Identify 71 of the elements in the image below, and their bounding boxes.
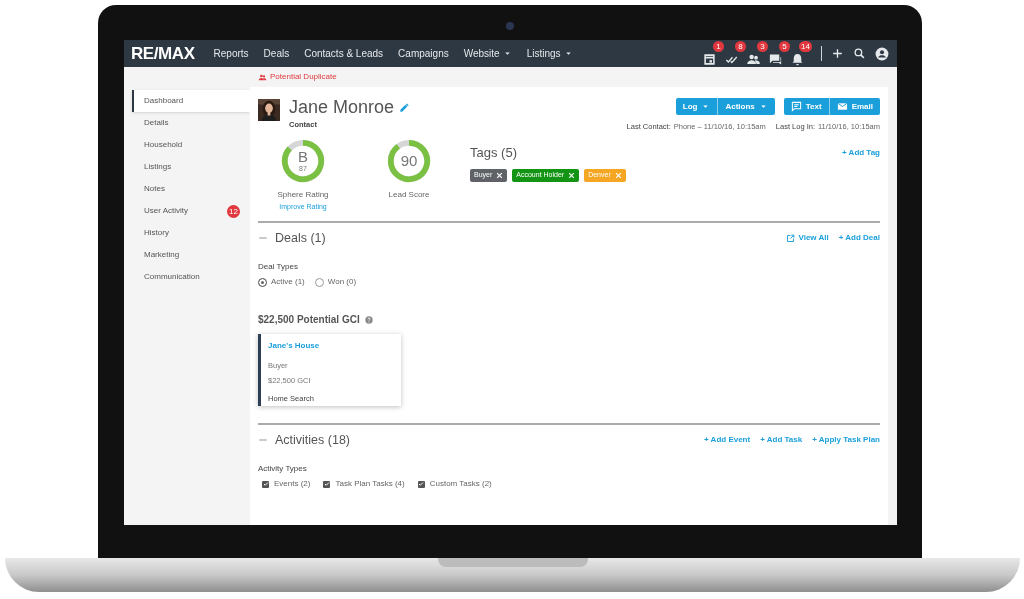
chat-button[interactable]: 5 [768, 40, 790, 67]
field-label: Activity Types [258, 463, 308, 475]
contact-name: Jane Monroe [289, 96, 395, 118]
radio-button[interactable] [314, 277, 324, 287]
nav-link[interactable]: Contacts & Leads [304, 46, 384, 61]
duplicate-label: Potential Duplicate [270, 71, 337, 83]
check-icon [262, 481, 269, 487]
score-ring [280, 138, 326, 184]
logo: RE/MAX [131, 42, 195, 65]
sidebar-item[interactable]: Dashboard [132, 90, 250, 112]
account-icon [875, 46, 889, 61]
nav-link[interactable]: Campaigns [398, 46, 449, 61]
sidebar-item[interactable]: Listings [132, 156, 250, 178]
count-badge: 12 [227, 204, 240, 218]
search-icon [853, 47, 866, 60]
checkbox[interactable] [323, 480, 331, 488]
sidebar-item[interactable]: User Activity 12 [132, 200, 250, 222]
checkbox-option[interactable]: Custom Tasks (2) [417, 478, 492, 490]
score-label: Sphere Rating [277, 189, 329, 201]
caret-icon [701, 102, 711, 111]
bell-button[interactable]: 14 [790, 40, 812, 67]
potential-gci: $22,500 Potential GCI [258, 313, 360, 327]
people-button[interactable]: 3 [746, 40, 768, 67]
sidebar-item[interactable]: History [132, 222, 250, 244]
field-label: Deal Types [258, 261, 299, 273]
rating-grade: B [298, 149, 308, 164]
score-ring [386, 138, 432, 184]
score-label: Lead Score [388, 189, 430, 201]
sidebar-item[interactable]: Details [132, 112, 250, 134]
radio-button[interactable] [258, 277, 267, 287]
remove-icon [614, 171, 622, 179]
checkbox-option[interactable]: Events (2) [262, 478, 311, 490]
check-icon [323, 481, 330, 487]
check-icon [418, 481, 425, 487]
checks-button[interactable]: 8 [724, 40, 746, 67]
tags-title: Tags (5) [470, 144, 517, 162]
notification-badge: 1 [713, 40, 724, 52]
people-icon [258, 72, 267, 82]
sidebar-item[interactable]: Marketing [132, 244, 250, 266]
sidebar-item[interactable]: Communication [132, 266, 250, 288]
mail-icon [836, 101, 848, 112]
notification-badge: 14 [799, 40, 812, 52]
section-title: Activities (18) [275, 431, 351, 449]
radio-option[interactable]: Won (0) [314, 276, 357, 288]
nav-link[interactable]: Listings [526, 46, 573, 61]
plus-icon [831, 47, 844, 60]
sidebar-item[interactable]: Household [132, 134, 250, 156]
nav-link[interactable]: Reports [213, 46, 249, 61]
calendar-icon [702, 51, 717, 67]
bell-icon [790, 51, 805, 67]
radio-option[interactable]: Active (1) [258, 276, 305, 288]
sidebar-item[interactable]: Notes [132, 178, 250, 200]
caret-icon [758, 102, 768, 111]
help-icon [364, 315, 373, 324]
section-title: Deals (1) [275, 229, 326, 247]
pencil-icon [399, 101, 411, 113]
remove-icon [496, 171, 504, 179]
nav-link[interactable]: Deals [263, 46, 290, 61]
remove-icon [568, 171, 576, 179]
camera-icon [506, 22, 514, 30]
chat-icon [790, 101, 802, 112]
nav-link[interactable]: Website [463, 46, 512, 61]
calendar-button[interactable]: 1 [702, 40, 724, 67]
checkbox[interactable] [417, 480, 425, 488]
notification-badge: 5 [779, 40, 790, 52]
checkbox[interactable] [262, 480, 269, 488]
external-link-icon [786, 233, 796, 243]
score-value: 90 [400, 150, 418, 171]
checkbox-option[interactable]: Task Plan Tasks (4) [323, 478, 405, 490]
notification-badge: 3 [757, 40, 768, 52]
notification-badge: 8 [735, 40, 746, 52]
